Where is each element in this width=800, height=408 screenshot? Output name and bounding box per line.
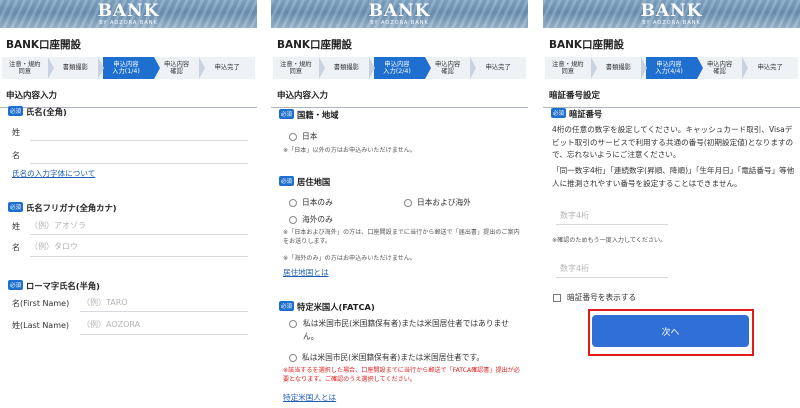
required-badge: 必須 <box>551 107 567 118</box>
pin-input-underline <box>556 224 668 225</box>
residence-note-1: ※「日本および海外」の方は、口座開設までに当行から郵送で「届出書」提出のご案内を… <box>283 229 520 246</box>
required-badge: 必須 <box>279 108 295 119</box>
step-consent: 注意・規約 同意 <box>273 57 325 79</box>
last-name-label: 姓(Last Name) <box>12 321 70 330</box>
residence-info-link[interactable]: 居住地国とは <box>283 267 329 278</box>
required-badge: 必須 <box>279 175 295 186</box>
roman-field-label: 必須 ローマ字氏名(半角) <box>8 279 100 291</box>
pin-confirm-note: ※確認のためもう一度入力してください。 <box>552 237 667 244</box>
checkbox[interactable] <box>553 293 561 302</box>
kana-sei-input[interactable]: （例）アオゾラ <box>30 220 86 231</box>
step-input-current: 申込内容 入力(1/4) <box>103 57 160 79</box>
last-name-underline <box>80 334 248 335</box>
radio-button[interactable] <box>289 132 297 141</box>
required-badge: 必須 <box>279 300 295 311</box>
first-name-label: 名(First Name) <box>12 299 70 308</box>
step-document-photo: 書類撮影 <box>324 57 375 79</box>
kana-sei-label: 姓 <box>12 222 20 231</box>
fatca-option-not-us[interactable]: 私は米国市民(米国籍保有者)または米国居住者ではありません。 <box>289 318 523 343</box>
step-document-photo: 書類撮影 <box>53 57 104 79</box>
name-font-link[interactable]: 氏名の入力字体について <box>12 168 95 179</box>
step-confirm: 申込内容 確認 <box>697 57 748 79</box>
panel-nationality-input: BANK BY AOZORA BANK BANK口座開設 注意・規約 同意 書類… <box>271 0 528 408</box>
step-indicator: 注意・規約 同意 書類撮影 申込内容 入力(1/4) 申込内容 確認 申込完了 <box>2 57 255 79</box>
pin-description-1: 4桁の任意の数字を設定してください。キャッシュカード取引、Visaデビット取引の… <box>552 125 794 160</box>
residence-option-overseas-only[interactable]: 海外のみ <box>289 209 333 228</box>
fatca-info-link[interactable]: 特定米国人とは <box>283 392 336 403</box>
residence-field-label: 必須 居住地国 <box>279 175 331 187</box>
step-input-current: 申込内容 入力(2/4) <box>374 57 431 79</box>
radio-button[interactable] <box>289 215 297 224</box>
step-confirm: 申込内容 確認 <box>425 57 476 79</box>
step-indicator: 注意・規約 同意 書類撮影 申込内容 入力(2/4) 申込内容 確認 申込完了 <box>273 57 526 79</box>
first-name-underline <box>80 311 248 312</box>
residence-option-japan-and-overseas[interactable]: 日本および海外 <box>404 192 471 211</box>
fatca-option-us[interactable]: 私は米国市民(米国籍保有者)または米国居住者です。 <box>289 347 484 366</box>
fatca-field-label: 必須 特定米国人(FATCA) <box>279 300 375 312</box>
show-pin-checkbox[interactable]: 暗証番号を表示する <box>553 287 636 306</box>
pin-description-2: 「同一数字4桁」「連続数字(昇順、降順)」「生年月日」「電話番号」等他人に推測さ… <box>552 166 795 188</box>
kana-field-label: 必須 氏名フリガナ(全角カナ) <box>8 201 117 213</box>
pin-field-label: 必須 暗証番号 <box>551 107 603 119</box>
kana-mei-input[interactable]: （例）タロウ <box>30 241 78 252</box>
sei-label: 姓 <box>12 128 20 137</box>
header-banner: BANK BY AOZORA BANK <box>0 0 257 28</box>
nationality-option-japan[interactable]: 日本 <box>289 126 317 145</box>
radio-button[interactable] <box>289 198 297 207</box>
page-title: BANK口座開設 <box>549 39 625 51</box>
name-field-label: 必須 氏名(全角) <box>8 105 67 117</box>
mei-input[interactable] <box>30 163 248 164</box>
kana-mei-underline <box>30 256 248 257</box>
step-confirm: 申込内容 確認 <box>154 57 205 79</box>
step-input-current: 申込内容 入力(4/4) <box>646 57 703 79</box>
last-name-input[interactable]: （例）AOZORA <box>82 319 140 330</box>
header-banner: BANK BY AOZORA BANK <box>271 0 528 28</box>
step-complete: 申込完了 <box>485 64 511 72</box>
required-badge: 必須 <box>8 105 24 116</box>
bank-logo: BANK BY AOZORA BANK <box>368 0 431 26</box>
radio-button[interactable] <box>289 353 297 362</box>
step-consent: 注意・規約 同意 <box>2 57 54 79</box>
kana-mei-label: 名 <box>12 243 20 252</box>
nationality-note: ※「日本」以外の方はお申込みいただけません。 <box>283 147 416 154</box>
step-document-photo: 書類撮影 <box>596 57 647 79</box>
step-complete: 申込完了 <box>757 64 783 72</box>
required-badge: 必須 <box>8 201 24 212</box>
step-complete: 申込完了 <box>214 64 240 72</box>
pin-input[interactable]: 数字4桁 <box>560 210 589 221</box>
page-title: BANK口座開設 <box>6 39 82 51</box>
panel-name-input: BANK BY AOZORA BANK BANK口座開設 注意・規約 同意 書類… <box>0 0 257 408</box>
pin-confirm-input[interactable]: 数字4桁 <box>560 263 589 274</box>
radio-button[interactable] <box>289 320 297 328</box>
first-name-input[interactable]: （例）TARO <box>82 297 128 308</box>
fatca-warning-note: ※該当するを選択した場合、口座開設までに当行から郵送で「FATCA確認書」提出が… <box>283 367 520 384</box>
page-title: BANK口座開設 <box>277 39 353 51</box>
required-badge: 必須 <box>8 279 24 290</box>
bank-logo: BANK BY AOZORA BANK <box>97 0 160 26</box>
step-indicator: 注意・規約 同意 書類撮影 申込内容 入力(4/4) 申込内容 確認 申込完了 <box>545 57 798 79</box>
residence-note-2: ※「海外のみ」の方はお申込みいただけません。 <box>283 255 416 262</box>
pin-confirm-underline <box>556 277 668 278</box>
bank-logo: BANK BY AOZORA BANK <box>640 0 703 26</box>
kana-sei-underline <box>30 234 248 235</box>
header-banner: BANK BY AOZORA BANK <box>543 0 800 28</box>
next-button[interactable]: 次へ <box>592 315 749 347</box>
nationality-field-label: 必須 国籍・地域 <box>279 108 339 120</box>
sei-input[interactable] <box>30 140 248 141</box>
mei-label: 名 <box>12 151 20 160</box>
radio-button[interactable] <box>404 198 412 207</box>
step-consent: 注意・規約 同意 <box>545 57 597 79</box>
